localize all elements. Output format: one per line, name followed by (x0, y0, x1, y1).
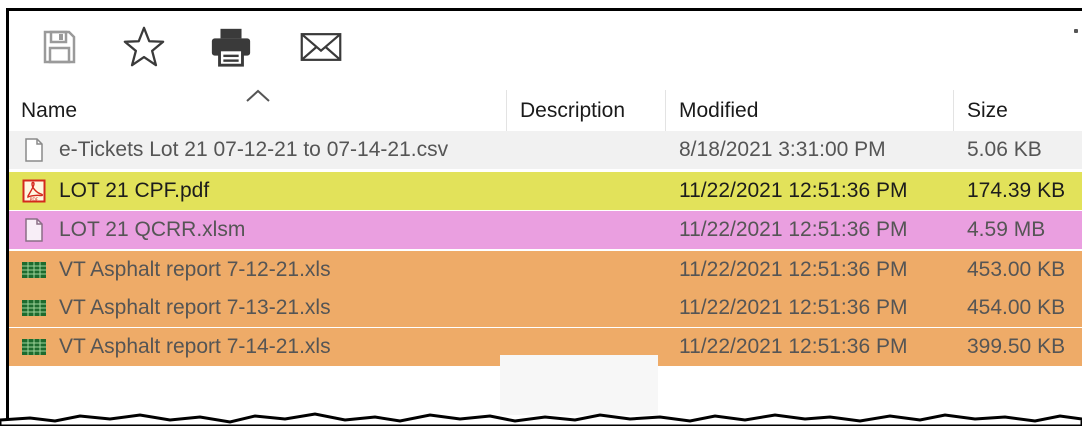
file-name: VT Asphalt report 7-13-21.xls (59, 296, 331, 319)
save-button[interactable] (37, 25, 81, 69)
file-modified: 11/22/2021 12:51:36 PM (679, 335, 908, 358)
file-name: LOT 21 QCRR.xlsm (59, 218, 246, 241)
file-modified: 11/22/2021 12:51:36 PM (679, 258, 908, 281)
svg-text:PDF: PDF (30, 197, 39, 203)
printer-icon (211, 28, 251, 67)
pdf-icon: PDF (21, 179, 47, 203)
file-row[interactable]: VT Asphalt report 7-12-21.xls 11/22/2021… (9, 251, 1082, 289)
column-header-modified[interactable]: Modified (671, 90, 951, 131)
column-divider[interactable] (665, 90, 666, 131)
column-header-row: Name Description Modified Size (9, 90, 1082, 131)
column-divider[interactable] (953, 90, 954, 131)
mail-icon (300, 33, 342, 61)
file-modified: 11/22/2021 12:51:36 PM (679, 296, 908, 319)
spreadsheet-icon (21, 296, 47, 320)
file-size: 4.59 MB (967, 218, 1046, 241)
spreadsheet-icon (21, 335, 47, 359)
document-icon (21, 138, 47, 162)
scroll-marker (1074, 29, 1078, 33)
file-row[interactable]: PDF LOT 21 CPF.pdf 11/22/2021 12:51:36 P… (9, 172, 1082, 210)
spreadsheet-icon (21, 258, 47, 282)
column-header-description[interactable]: Description (512, 90, 662, 131)
file-modified: 11/22/2021 12:51:36 PM (679, 218, 908, 241)
file-size: 174.39 KB (967, 179, 1066, 202)
file-modified: 8/18/2021 3:31:00 PM (679, 138, 886, 161)
file-name: VT Asphalt report 7-12-21.xls (59, 258, 331, 281)
file-row[interactable]: LOT 21 QCRR.xlsm 11/22/2021 12:51:36 PM … (9, 211, 1082, 249)
file-name: e-Tickets Lot 21 07-12-21 to 07-14-21.cs… (59, 138, 449, 161)
document-icon (21, 218, 47, 242)
save-icon (43, 30, 76, 64)
column-divider[interactable] (506, 90, 507, 131)
column-header-size[interactable]: Size (959, 90, 1079, 131)
file-size: 453.00 KB (967, 258, 1066, 281)
file-modified: 11/22/2021 12:51:36 PM (679, 179, 908, 202)
file-size: 5.06 KB (967, 138, 1042, 161)
print-button[interactable] (209, 25, 253, 69)
favorite-button[interactable] (122, 25, 166, 69)
star-icon (123, 26, 165, 67)
toolbar (9, 11, 1082, 88)
column-header-name[interactable]: Name (13, 90, 503, 131)
file-row[interactable]: VT Asphalt report 7-13-21.xls 11/22/2021… (9, 289, 1082, 327)
email-button[interactable] (299, 25, 343, 69)
file-size: 454.00 KB (967, 296, 1066, 319)
file-name: VT Asphalt report 7-14-21.xls (59, 335, 331, 358)
file-name: LOT 21 CPF.pdf (59, 179, 210, 202)
file-size: 399.50 KB (967, 335, 1066, 358)
torn-edge (0, 412, 1082, 426)
file-row[interactable]: e-Tickets Lot 21 07-12-21 to 07-14-21.cs… (9, 131, 1082, 169)
